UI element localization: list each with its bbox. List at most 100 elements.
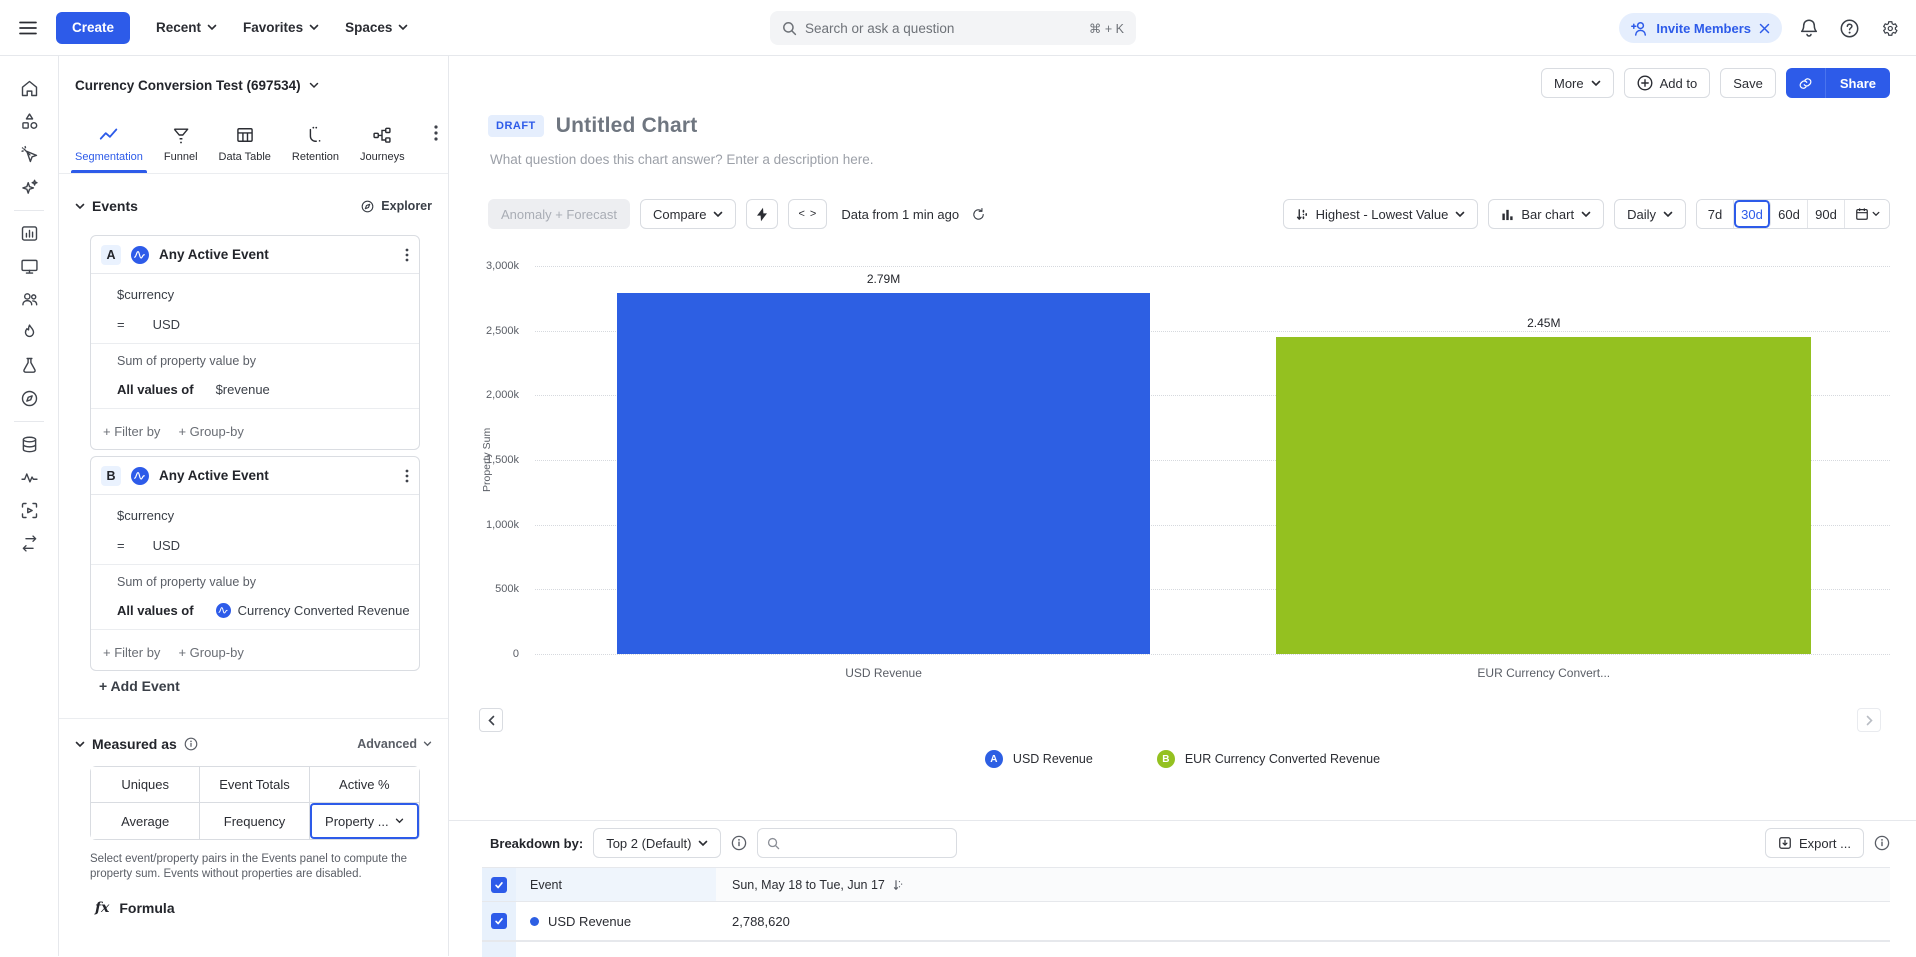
- bar-EUR Currency Convert...[interactable]: [1276, 337, 1811, 654]
- rail-item-ai[interactable]: [11, 171, 47, 204]
- add-to-button[interactable]: Add to: [1624, 68, 1711, 98]
- y-axis-tick: 2,500k: [486, 325, 519, 337]
- legend-item-b[interactable]: B EUR Currency Converted Revenue: [1157, 750, 1380, 768]
- help-button[interactable]: [1836, 15, 1862, 41]
- breakdown-top-select[interactable]: Top 2 (Default): [593, 828, 721, 858]
- tab-segmentation[interactable]: Segmentation: [75, 126, 143, 173]
- notifications-button[interactable]: [1796, 15, 1822, 41]
- chevron-down-icon[interactable]: [75, 741, 85, 748]
- scroll-right-button[interactable]: [1857, 708, 1881, 732]
- event-filter-value[interactable]: USD: [153, 317, 180, 332]
- add-filter-button[interactable]: + Filter by: [103, 424, 160, 439]
- rail-item-magic[interactable]: [11, 138, 47, 171]
- event-filter-value[interactable]: USD: [153, 538, 180, 553]
- project-selector[interactable]: Currency Conversion Test (697534): [75, 78, 319, 93]
- rail-item-signals[interactable]: [11, 461, 47, 494]
- row-checkbox[interactable]: [491, 913, 507, 929]
- hamburger-menu-button[interactable]: [14, 14, 42, 42]
- event-filter-operator[interactable]: =USD: [91, 530, 419, 560]
- copy-link-button[interactable]: [1786, 68, 1826, 98]
- rail-item-sync[interactable]: [11, 527, 47, 560]
- column-header-date[interactable]: Sun, May 18 to Tue, Jun 17: [716, 868, 1890, 901]
- rail-item-experiments[interactable]: [11, 349, 47, 382]
- tab-funnel[interactable]: Funnel: [164, 126, 198, 173]
- table-row[interactable]: USD Revenue 2,788,620: [482, 901, 1890, 941]
- measure-option-active-pct[interactable]: Active %: [310, 767, 419, 803]
- add-groupby-button[interactable]: + Group-by: [178, 645, 243, 660]
- bar-USD Revenue[interactable]: [617, 293, 1150, 654]
- range-30d[interactable]: 30d: [1734, 200, 1771, 228]
- measure-option-uniques[interactable]: Uniques: [91, 767, 200, 803]
- rail-item-session-replay[interactable]: [11, 494, 47, 527]
- create-button[interactable]: Create: [56, 12, 130, 44]
- tab-retention[interactable]: Retention: [292, 126, 339, 173]
- anomaly-forecast-button[interactable]: Anomaly + Forecast: [488, 199, 630, 229]
- event-name[interactable]: Any Active Event: [159, 247, 395, 262]
- tab-journeys[interactable]: Journeys: [360, 126, 405, 173]
- sort-order-select[interactable]: Highest - Lowest Value: [1283, 199, 1479, 229]
- all-values-selector[interactable]: All values of: [117, 603, 194, 618]
- export-button[interactable]: Export ...: [1765, 828, 1864, 858]
- column-header-event[interactable]: Event: [516, 868, 716, 901]
- more-button[interactable]: More: [1541, 68, 1614, 98]
- add-person-icon: [1631, 21, 1648, 36]
- rail-item-discover[interactable]: [11, 382, 47, 415]
- range-90d[interactable]: 90d: [1808, 200, 1845, 228]
- add-event-button[interactable]: + Add Event: [99, 678, 180, 694]
- select-all-checkbox[interactable]: [491, 877, 507, 893]
- measure-option-property-sum[interactable]: Property ...: [310, 803, 419, 839]
- refresh-button[interactable]: [971, 207, 986, 222]
- rail-item-screens[interactable]: [11, 250, 47, 283]
- chevron-down-icon[interactable]: [75, 203, 85, 210]
- plot-area[interactable]: 2.79M2.45M: [535, 266, 1890, 654]
- live-query-button[interactable]: [746, 199, 778, 229]
- event-filter-operator[interactable]: =USD: [91, 309, 419, 339]
- event-name[interactable]: Any Active Event: [159, 468, 395, 483]
- more-chart-types-button[interactable]: [434, 125, 438, 141]
- invite-members-button[interactable]: Invite Members: [1619, 13, 1782, 43]
- measure-option-frequency[interactable]: Frequency: [200, 803, 309, 839]
- rail-item-objects[interactable]: [11, 105, 47, 138]
- share-button[interactable]: Share: [1826, 68, 1890, 98]
- explorer-button[interactable]: Explorer: [360, 199, 432, 214]
- range-60d[interactable]: 60d: [1771, 200, 1808, 228]
- interval-select[interactable]: Daily: [1614, 199, 1686, 229]
- legend-item-a[interactable]: A USD Revenue: [985, 750, 1093, 768]
- event-menu-button[interactable]: [405, 469, 409, 483]
- rail-item-home[interactable]: [11, 72, 47, 105]
- rail-item-activation[interactable]: [11, 316, 47, 349]
- measure-option-event-totals[interactable]: Event Totals: [200, 767, 309, 803]
- measure-option-average[interactable]: Average: [91, 803, 200, 839]
- tab-data-table[interactable]: Data Table: [219, 126, 271, 173]
- global-search-input[interactable]: Search or ask a question ⌘ + K: [770, 11, 1136, 45]
- chart-description-placeholder[interactable]: What question does this chart answer? En…: [490, 152, 873, 167]
- all-values-selector[interactable]: All values of: [117, 382, 194, 397]
- table-row-partial[interactable]: [482, 941, 1890, 957]
- measure-target-property[interactable]: $revenue: [216, 382, 270, 397]
- add-filter-button[interactable]: + Filter by: [103, 645, 160, 660]
- event-filter-property[interactable]: $currency: [91, 500, 419, 530]
- spaces-menu[interactable]: Spaces: [345, 20, 408, 35]
- add-groupby-button[interactable]: + Group-by: [178, 424, 243, 439]
- chart-title[interactable]: Untitled Chart: [556, 114, 698, 138]
- range-7d[interactable]: 7d: [1697, 200, 1734, 228]
- breakdown-search-input[interactable]: [757, 828, 957, 858]
- measure-target-property[interactable]: Currency Converted Revenue: [216, 603, 410, 618]
- custom-date-button[interactable]: [1845, 200, 1889, 228]
- recent-menu[interactable]: Recent: [156, 20, 217, 35]
- compare-button[interactable]: Compare: [640, 199, 736, 229]
- scroll-left-button[interactable]: [479, 708, 503, 732]
- query-code-button[interactable]: < >: [788, 199, 827, 229]
- event-filter-property[interactable]: $currency: [91, 279, 419, 309]
- favorites-menu[interactable]: Favorites: [243, 20, 319, 35]
- rail-item-charts[interactable]: [11, 217, 47, 250]
- close-icon[interactable]: [1759, 23, 1770, 34]
- advanced-menu[interactable]: Advanced: [357, 737, 432, 751]
- rail-item-users[interactable]: [11, 283, 47, 316]
- rail-item-data[interactable]: [11, 428, 47, 461]
- event-menu-button[interactable]: [405, 248, 409, 262]
- chart-type-select[interactable]: Bar chart: [1488, 199, 1604, 229]
- formula-button[interactable]: fx Formula: [95, 900, 175, 916]
- settings-button[interactable]: [1876, 15, 1902, 41]
- save-button[interactable]: Save: [1720, 68, 1776, 98]
